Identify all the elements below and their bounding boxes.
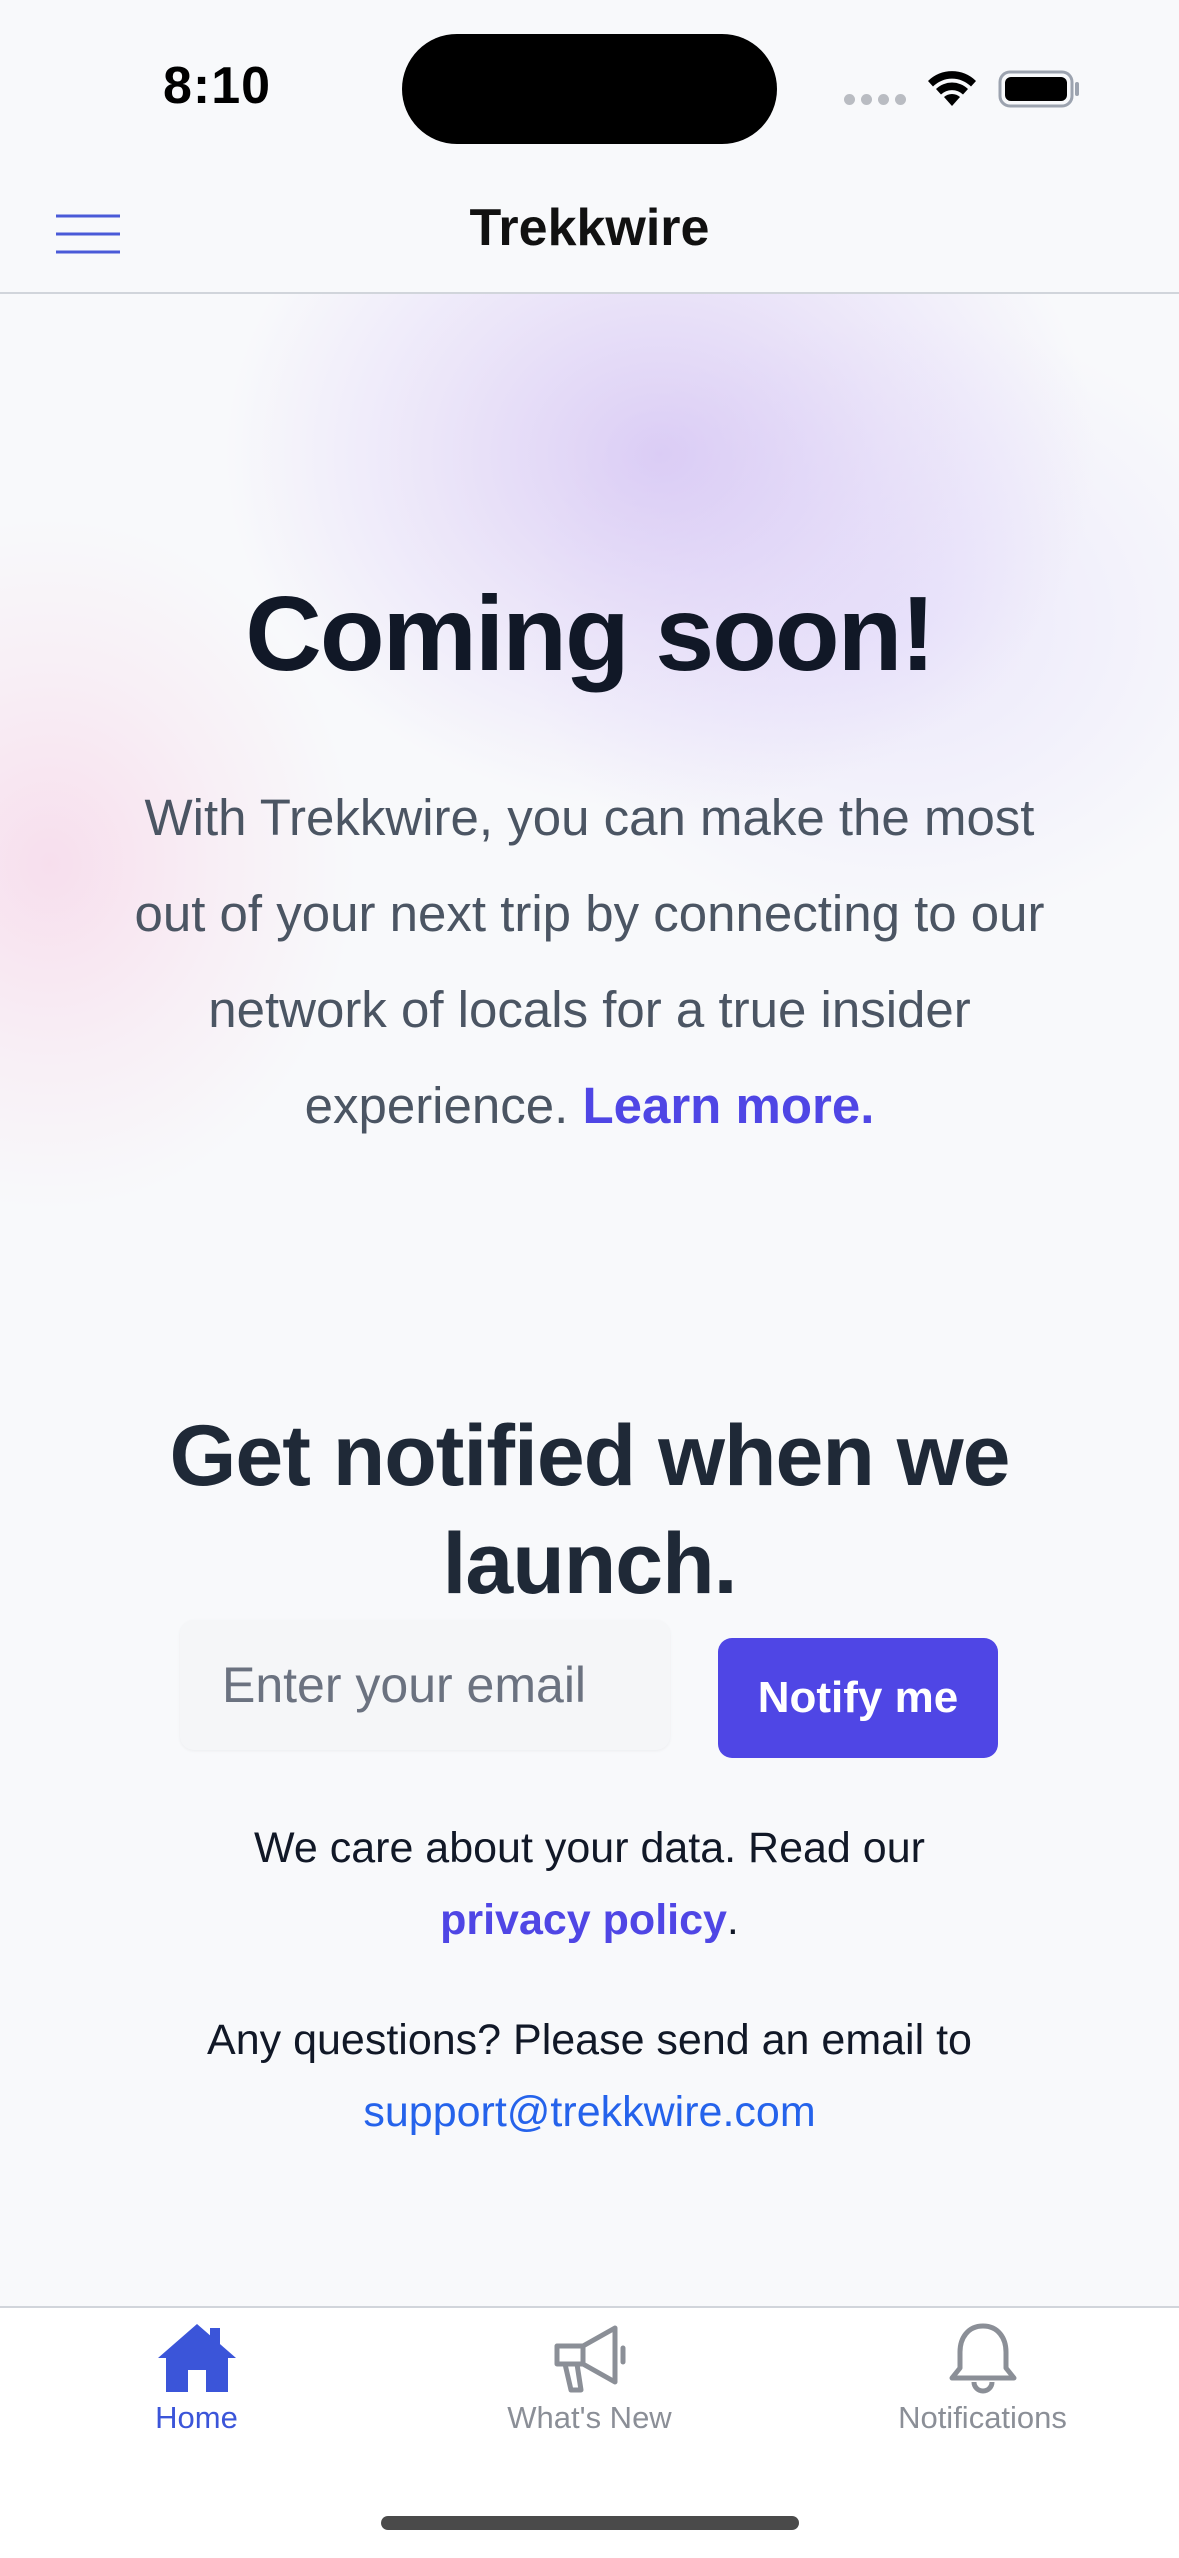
support-email-link[interactable]: support@trekkwire.com	[363, 2088, 815, 2136]
tab-notifications[interactable]: Notifications	[786, 2320, 1179, 2470]
tab-whats-new[interactable]: What's New	[393, 2320, 786, 2470]
hero-description: With Trekkwire, you can make the most ou…	[120, 770, 1059, 1154]
hero-title: Coming soon!	[245, 575, 935, 693]
dynamic-island	[402, 34, 777, 144]
tab-whats-new-label: What's New	[507, 2400, 672, 2435]
privacy-notice-text: We care about your data. Read our	[254, 1824, 925, 1872]
cellular-signal-icon	[844, 94, 906, 105]
notify-title: Get notified when we launch.	[169, 1408, 1010, 1612]
privacy-policy-link[interactable]: privacy policy	[440, 1896, 727, 1944]
tab-home-label: Home	[155, 2400, 238, 2435]
contact-notice-text: Any questions? Please send an email to	[207, 2016, 972, 2064]
learn-more-link[interactable]: Learn more.	[582, 1077, 874, 1134]
notify-me-button[interactable]: Notify me	[718, 1638, 998, 1758]
megaphone-icon	[554, 2325, 625, 2393]
nav-header: Trekkwire	[0, 176, 1179, 294]
home-icon	[157, 2324, 236, 2392]
tab-home[interactable]: Home	[0, 2320, 393, 2470]
status-bar: 8:10	[0, 0, 1179, 176]
wifi-icon	[928, 71, 976, 106]
privacy-notice: We care about your data. Read our privac…	[120, 1812, 1059, 1956]
home-indicator[interactable]	[381, 2516, 799, 2530]
background-glow-purple	[220, 294, 1100, 814]
email-input[interactable]	[180, 1620, 670, 1750]
app-title: Trekkwire	[469, 199, 710, 257]
tab-notifications-label: Notifications	[898, 2400, 1067, 2435]
battery-icon	[998, 70, 1079, 108]
main-content: Coming soon! With Trekkwire, you can mak…	[0, 294, 1179, 2306]
contact-notice: Any questions? Please send an email to s…	[120, 2004, 1059, 2148]
bell-icon	[949, 2323, 1016, 2394]
status-time: 8:10	[163, 57, 272, 115]
privacy-notice-suffix: .	[726, 1896, 739, 1944]
